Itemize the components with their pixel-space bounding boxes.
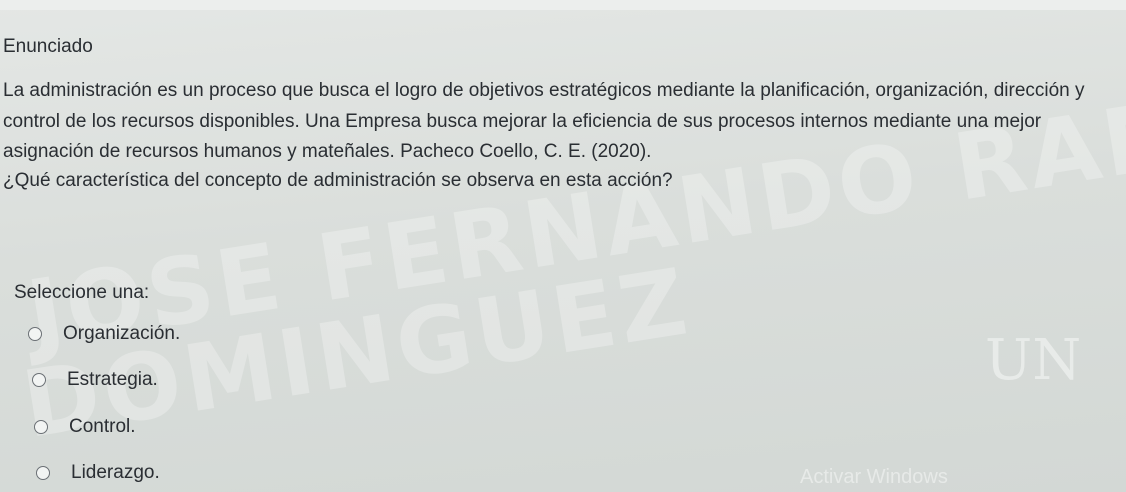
university-logo: UN (985, 328, 1082, 393)
radio-button[interactable] (32, 373, 46, 387)
answer-option-label: Control. (69, 415, 136, 437)
radio-button[interactable] (28, 326, 42, 341)
question-prompt: ¿Qué característica del concepto de admi… (3, 170, 673, 191)
top-band (0, 0, 1126, 10)
answer-options: Organización. Estrategia. Control. Lider… (28, 322, 180, 492)
answer-option-organizacion[interactable]: Organización. (28, 322, 180, 345)
quiz-screen: JOSE FERNANDO RAMIREZ DOMINGUEZ UN Activ… (0, 0, 1126, 492)
radio-button[interactable] (36, 466, 50, 480)
answer-option-estrategia[interactable]: Estrategia. (32, 369, 180, 392)
select-one-label: Seleccione una: (14, 282, 150, 303)
answer-option-liderazgo[interactable]: Liderazgo. (36, 462, 180, 485)
answer-option-control[interactable]: Control. (34, 415, 180, 438)
activate-windows-overlay: Activar Windows (800, 466, 948, 488)
radio-button[interactable] (34, 419, 48, 434)
question-statement: La administración es un proceso que busc… (3, 80, 1085, 162)
section-title: Enunciado (3, 36, 93, 57)
answer-option-label: Organización. (63, 322, 181, 344)
answer-option-label: Estrategia. (67, 369, 158, 390)
answer-option-label: Liderazgo. (71, 462, 160, 483)
